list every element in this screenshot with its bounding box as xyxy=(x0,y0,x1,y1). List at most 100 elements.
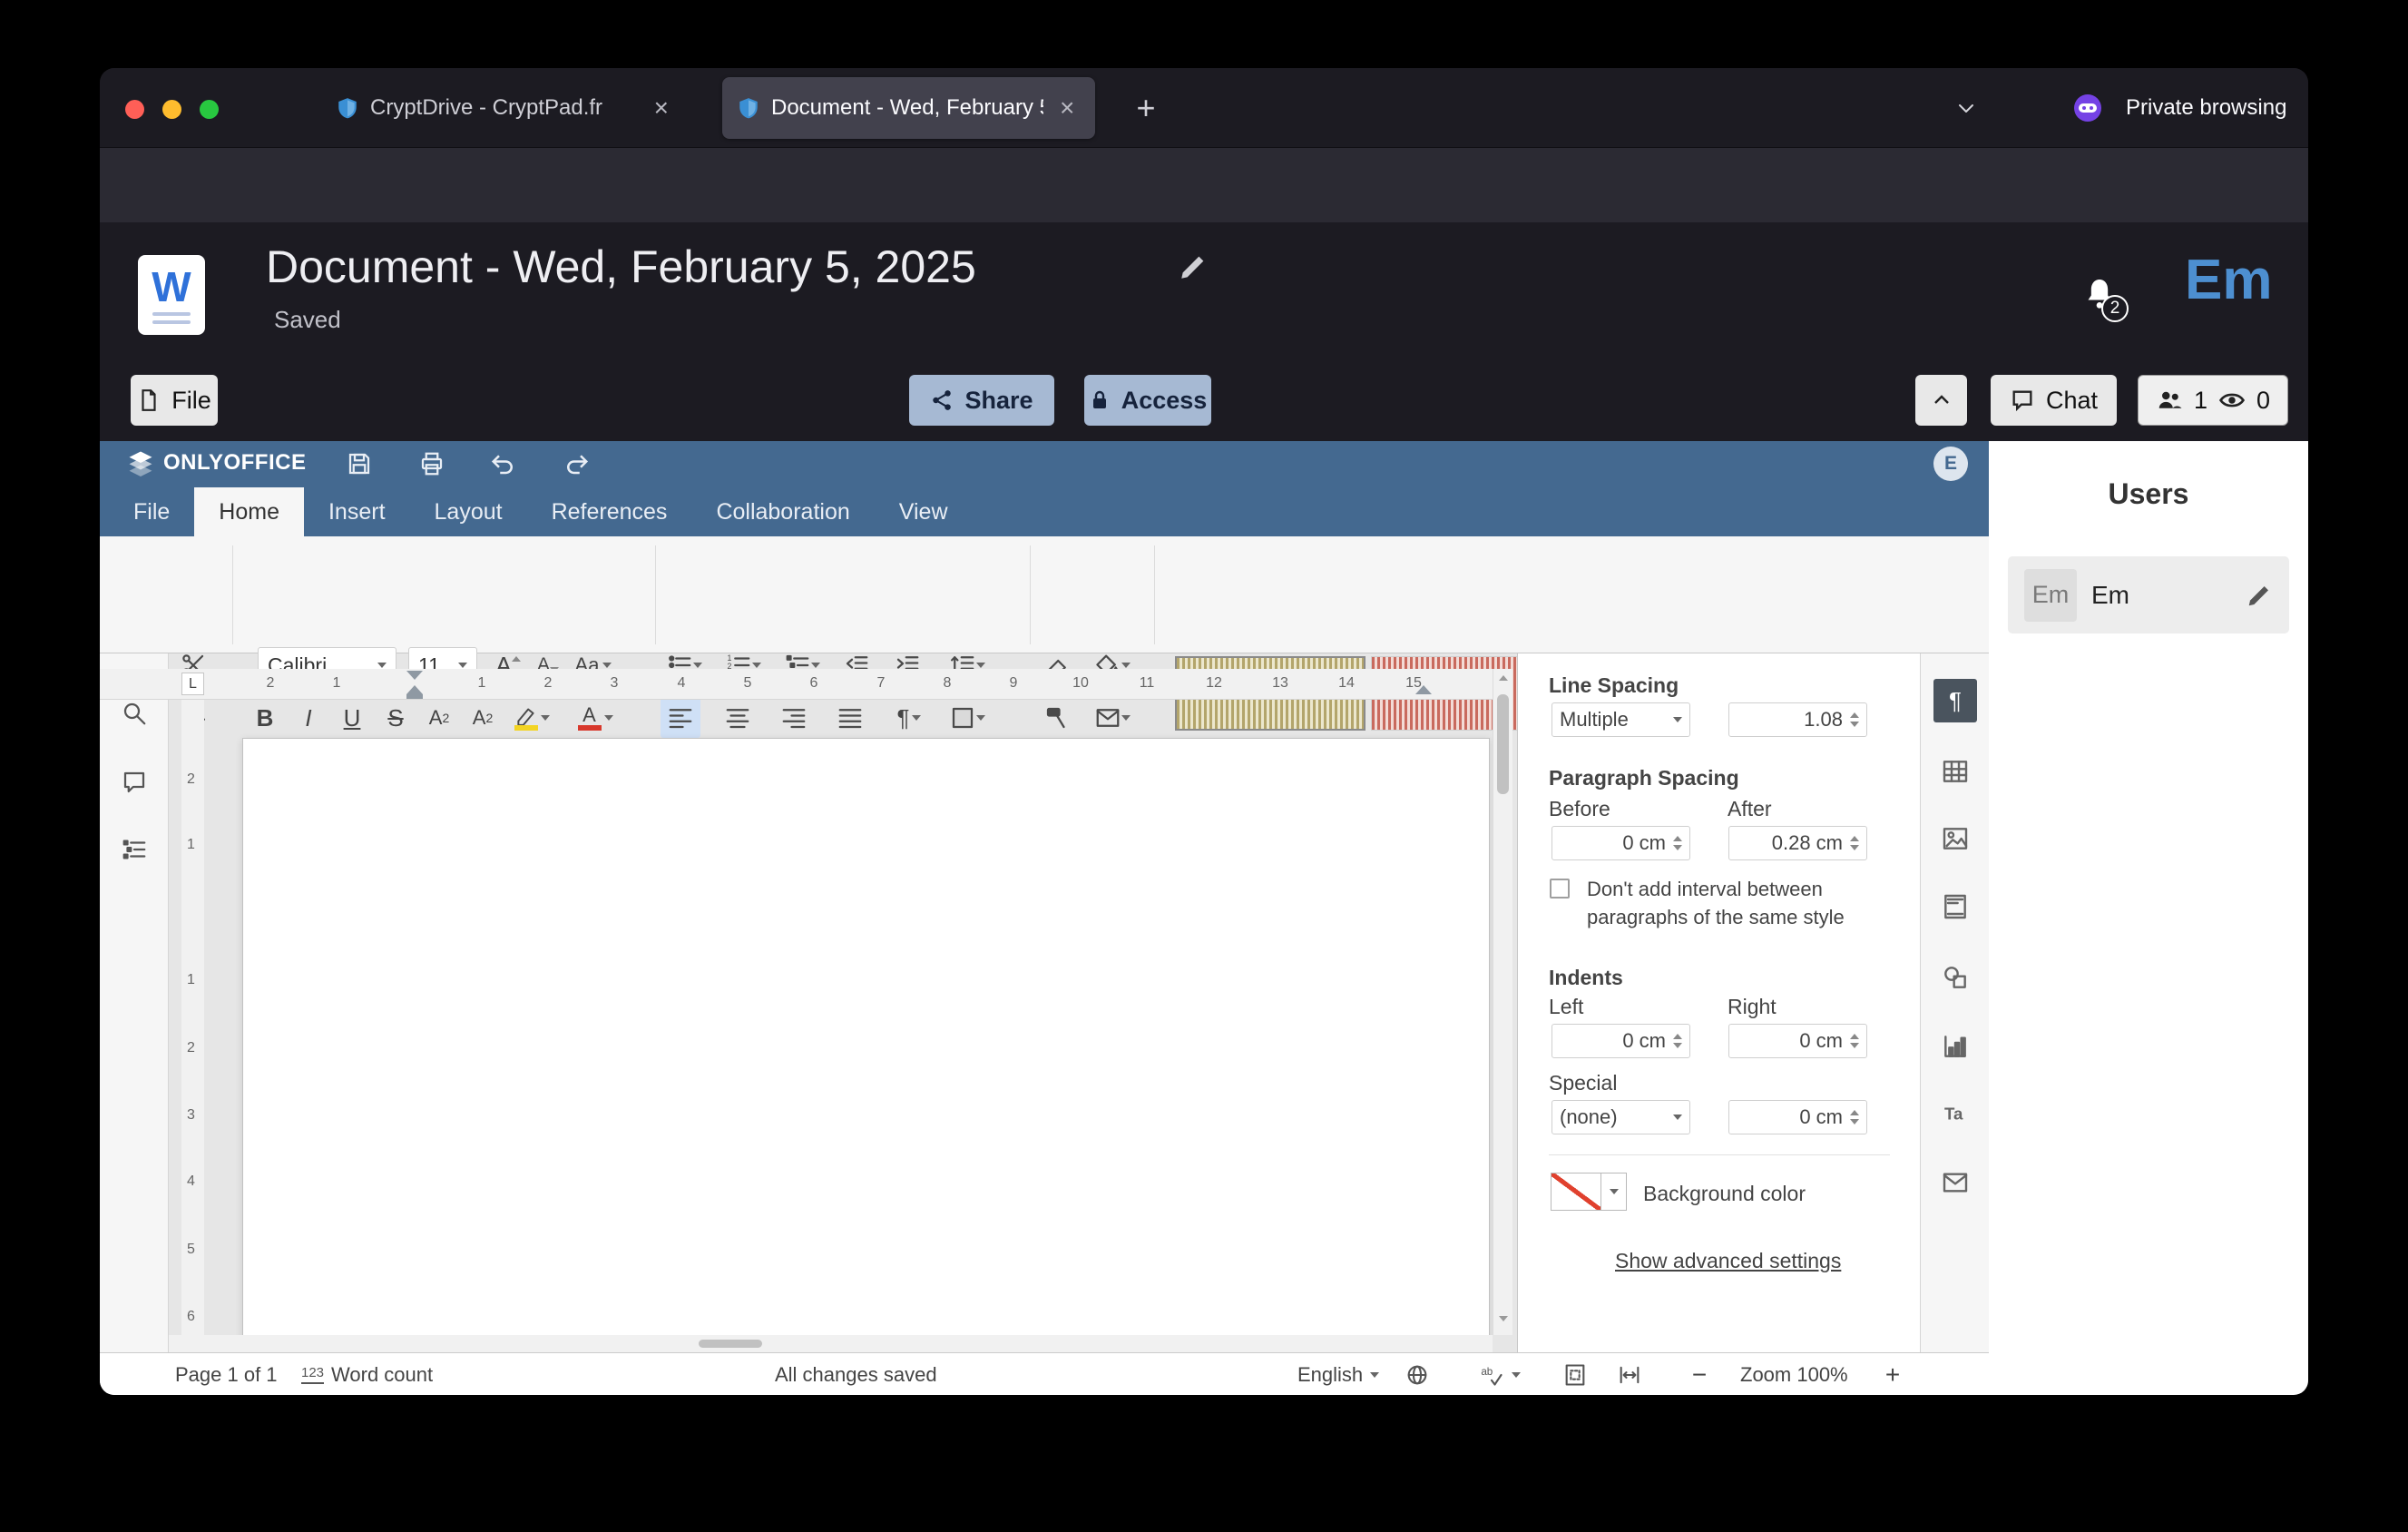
scrollbar-thumb[interactable] xyxy=(699,1340,762,1348)
comments-panel-button[interactable] xyxy=(113,761,156,804)
line-spacing-value-spinner[interactable]: 1.08 xyxy=(1728,702,1867,737)
set-language-button[interactable] xyxy=(1405,1353,1430,1395)
word-count-button[interactable]: 123 Word count xyxy=(301,1353,433,1395)
eye-icon xyxy=(2218,387,2246,414)
tab-close-icon[interactable]: × xyxy=(1056,93,1078,123)
zoom-in-button[interactable]: + xyxy=(1876,1353,1909,1395)
chat-button[interactable]: Chat xyxy=(1991,375,2117,426)
fit-width-button[interactable] xyxy=(1617,1353,1642,1395)
ruler-number: 14 xyxy=(1338,675,1355,692)
ruler-number: 6 xyxy=(810,675,818,692)
tab-cryptdrive[interactable]: CryptDrive - CryptPad.fr × xyxy=(321,77,687,139)
presence-indicator[interactable]: 1 0 xyxy=(2138,375,2288,426)
ruler-number: 2 xyxy=(544,675,553,692)
quick-save-button[interactable] xyxy=(339,444,379,484)
horizontal-ruler[interactable]: 21123456789101112131415 xyxy=(100,669,1493,700)
shape-settings-button[interactable] xyxy=(1933,956,1977,999)
chart-settings-button[interactable] xyxy=(1933,1025,1977,1068)
navigation-toolbar: https://cryptpad.fr/doc/#/3/doc/edit/ff0… xyxy=(100,148,2308,222)
ruler-number: 1 xyxy=(333,675,341,692)
tab-close-icon[interactable]: × xyxy=(651,93,672,123)
line-spacing-select[interactable]: Multiple xyxy=(1551,702,1690,737)
scrollbar-thumb[interactable] xyxy=(1497,694,1509,794)
scroll-down-button[interactable] xyxy=(1493,1310,1513,1328)
word-count-icon: 123 xyxy=(301,1365,324,1384)
access-button[interactable]: Access xyxy=(1084,375,1211,426)
left-indent-spinner[interactable]: 0 cm xyxy=(1551,1024,1690,1058)
mailmerge-settings-button[interactable] xyxy=(1933,1161,1977,1204)
spellcheck-button[interactable]: ab xyxy=(1479,1353,1521,1395)
user-list-item[interactable]: Em Em xyxy=(2008,556,2289,633)
notification-badge: 2 xyxy=(2101,295,2129,322)
new-tab-button[interactable]: + xyxy=(1126,88,1166,128)
navigation-panel-button[interactable] xyxy=(113,828,156,871)
redo-button[interactable] xyxy=(556,444,596,484)
svg-text:Ta: Ta xyxy=(1944,1105,1963,1124)
interval-checkbox[interactable] xyxy=(1550,879,1570,899)
background-color-dropdown[interactable] xyxy=(1601,1173,1627,1211)
zoom-window-button[interactable] xyxy=(200,100,219,119)
menu-tab-references[interactable]: References xyxy=(527,487,692,536)
tab-document[interactable]: Document - Wed, February 5, 2 × xyxy=(722,77,1095,139)
language-selector[interactable]: English xyxy=(1297,1353,1379,1395)
menu-tab-file[interactable]: File xyxy=(109,487,194,536)
menu-tab-collaboration[interactable]: Collaboration xyxy=(691,487,874,536)
zoom-level: Zoom 100% xyxy=(1740,1353,1848,1395)
horizontal-scrollbar[interactable] xyxy=(169,1335,1493,1352)
editor-user-avatar[interactable]: E xyxy=(1933,447,1968,481)
minimize-window-button[interactable] xyxy=(162,100,181,119)
special-value-spinner[interactable]: 0 cm xyxy=(1728,1100,1867,1134)
first-line-indent-marker[interactable] xyxy=(406,671,423,680)
tab-stop-selector[interactable]: L xyxy=(181,673,204,695)
redo-icon xyxy=(563,450,590,477)
right-indent-spinner[interactable]: 0 cm xyxy=(1728,1024,1867,1058)
menu-tab-view[interactable]: View xyxy=(875,487,973,536)
tab-overflow-button[interactable] xyxy=(1946,88,1986,128)
account-avatar[interactable]: Em xyxy=(2185,248,2272,312)
collapse-toolbar-button[interactable] xyxy=(1915,375,1967,426)
scroll-up-button[interactable] xyxy=(1493,669,1512,687)
table-settings-button[interactable] xyxy=(1933,750,1977,793)
print-button[interactable] xyxy=(412,444,452,484)
zoom-out-button[interactable]: − xyxy=(1683,1353,1716,1395)
vertical-scrollbar[interactable] xyxy=(1493,669,1512,1335)
textart-settings-button[interactable]: Ta xyxy=(1933,1092,1977,1135)
before-spacing-spinner[interactable]: 0 cm xyxy=(1551,826,1690,860)
file-button[interactable]: File xyxy=(131,375,218,426)
edit-user-pencil-icon[interactable] xyxy=(2246,582,2273,609)
special-select[interactable]: (none) xyxy=(1551,1100,1690,1134)
undo-button[interactable] xyxy=(484,444,524,484)
textart-icon: Ta xyxy=(1941,1099,1970,1128)
fit-page-button[interactable] xyxy=(1562,1353,1588,1395)
after-label: After xyxy=(1728,797,1772,821)
after-spacing-spinner[interactable]: 0.28 cm xyxy=(1728,826,1867,860)
private-browsing-icon xyxy=(2074,94,2101,122)
document-page[interactable] xyxy=(242,738,1490,1335)
advanced-settings-link[interactable]: Show advanced settings xyxy=(1615,1249,1841,1273)
plus-icon: + xyxy=(1136,89,1155,127)
paragraph-settings-button[interactable]: ¶ xyxy=(1933,679,1977,722)
shape-icon xyxy=(1941,963,1970,992)
share-button[interactable]: Share xyxy=(909,375,1054,426)
menu-tab-layout[interactable]: Layout xyxy=(410,487,527,536)
undo-icon xyxy=(490,450,517,477)
headerfooter-settings-button[interactable] xyxy=(1933,885,1977,928)
page-indicator[interactable]: Page 1 of 1 xyxy=(175,1353,278,1395)
background-color-button[interactable] xyxy=(1551,1173,1627,1211)
image-icon xyxy=(1941,824,1970,853)
close-window-button[interactable] xyxy=(125,100,144,119)
hanging-indent-marker[interactable] xyxy=(406,685,423,694)
ruler-number: 13 xyxy=(1272,675,1288,692)
ruler-number: 15 xyxy=(1405,675,1422,692)
onlyoffice-logo-icon xyxy=(127,449,154,476)
menu-tab-home[interactable]: Home xyxy=(194,487,304,536)
notifications-button[interactable]: 2 xyxy=(2081,275,2121,315)
search-icon xyxy=(121,700,148,727)
menu-tab-insert[interactable]: Insert xyxy=(304,487,410,536)
tab-title: Document - Wed, February 5, 2 xyxy=(771,95,1043,121)
image-settings-button[interactable] xyxy=(1933,817,1977,860)
edit-title-pencil-icon[interactable] xyxy=(1178,251,1209,282)
viewers-count: 0 xyxy=(2256,387,2270,415)
document-canvas[interactable] xyxy=(169,700,1493,1335)
left-indent-marker[interactable] xyxy=(406,694,423,699)
